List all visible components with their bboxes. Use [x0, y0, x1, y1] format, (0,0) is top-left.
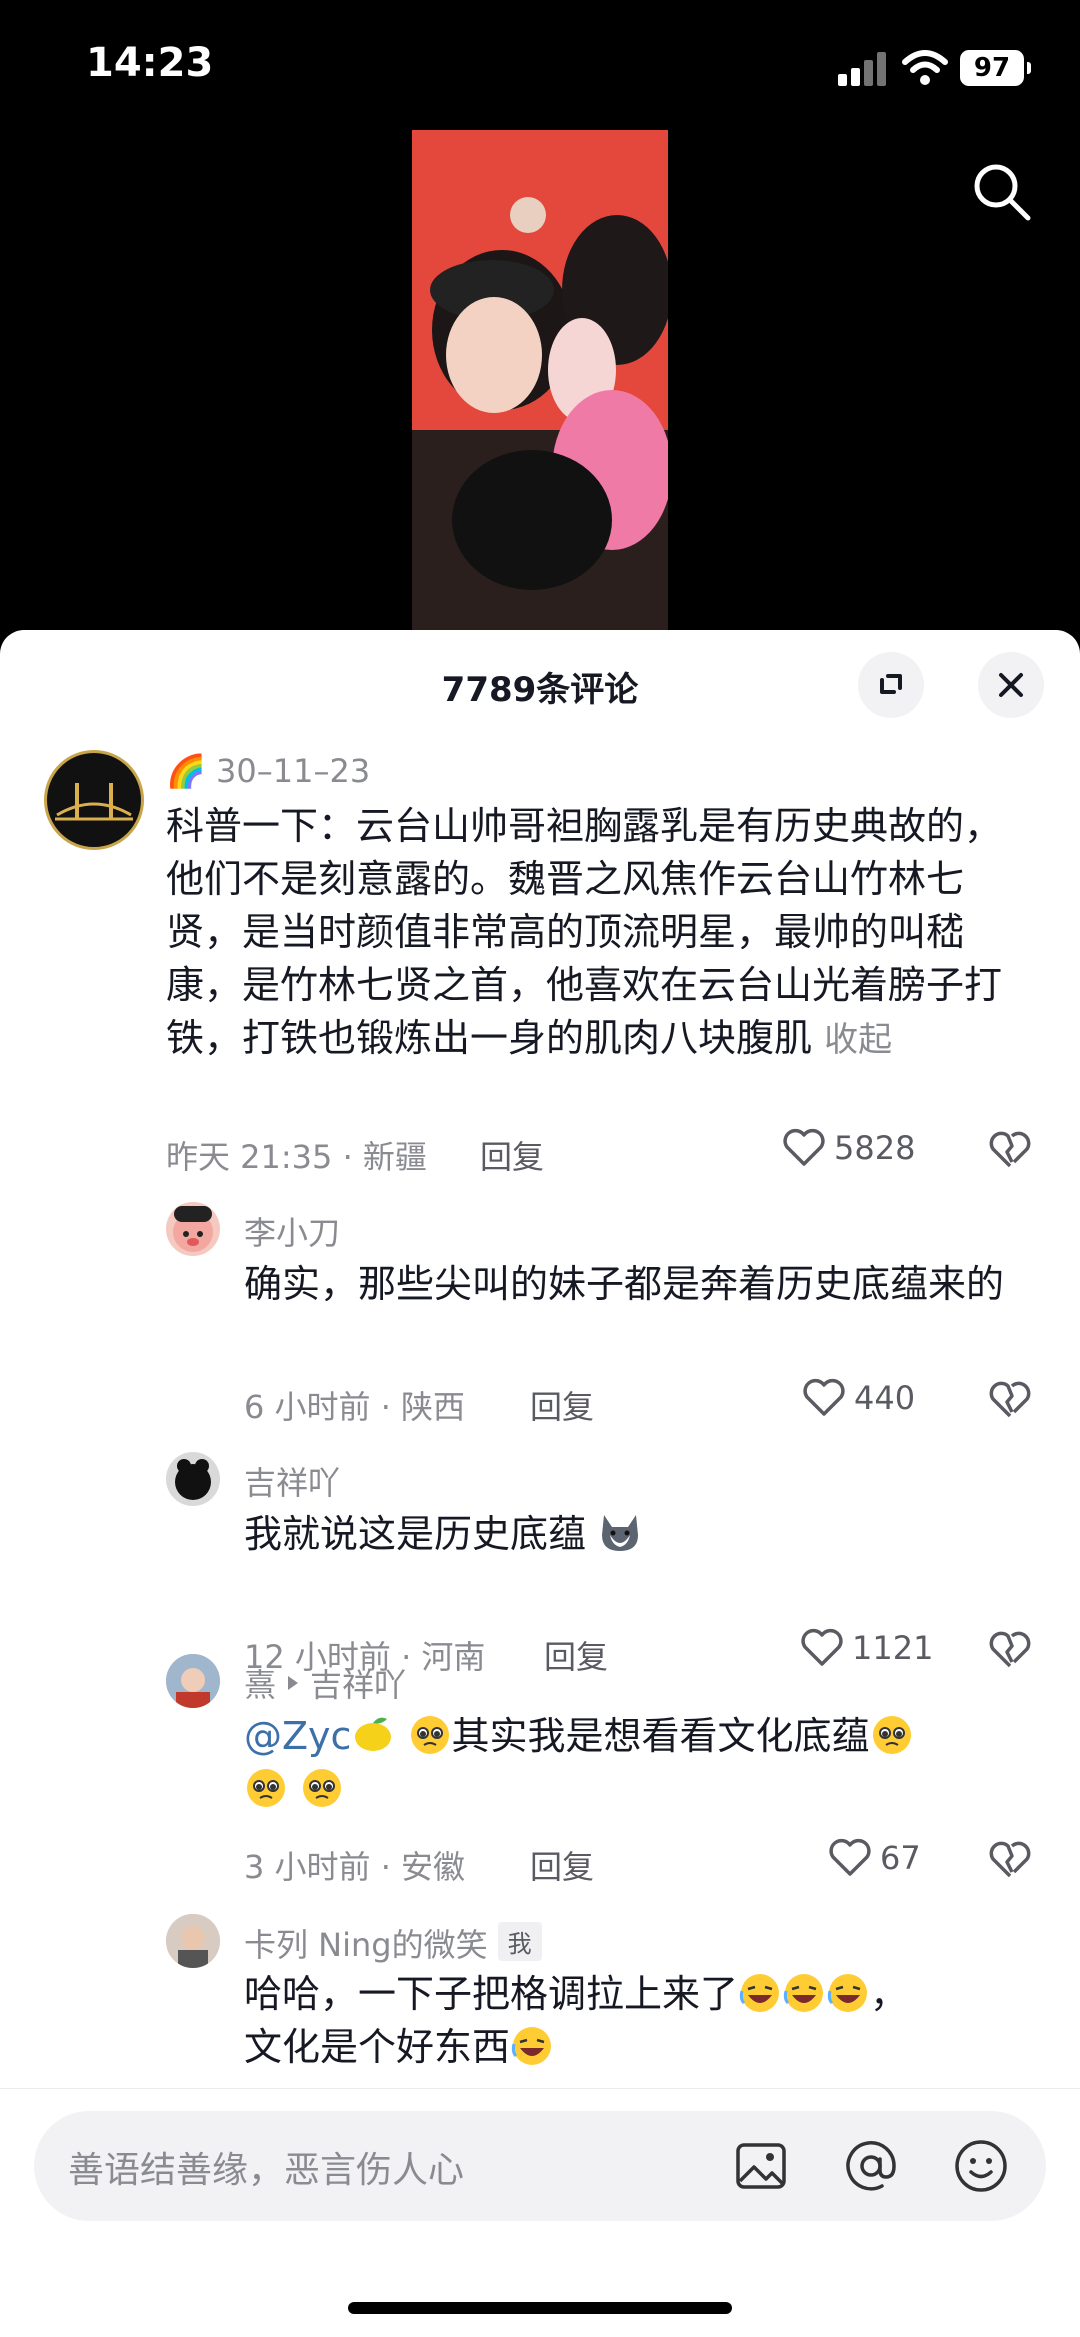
reply-arrow-icon [288, 1676, 299, 1690]
status-bar: 14:23 97 [0, 0, 1080, 130]
battery-indicator: 97 [960, 50, 1031, 86]
comment-text-line1-end: ， [870, 1972, 909, 2016]
expand-button[interactable] [858, 652, 924, 718]
reply-button[interactable]: 回复 [530, 1382, 594, 1428]
comment-time-location: 3 小时前 · 安徽 [244, 1848, 466, 1886]
laughing-emoji-icon [739, 1974, 780, 2012]
self-badge: 我 [497, 1922, 542, 1961]
comment-time-location: 昨天 21:35 · 新疆 [166, 1138, 427, 1176]
expand-icon [880, 674, 902, 694]
comment-username[interactable]: 李小刀 [244, 1208, 340, 1254]
reply-button[interactable]: 回复 [544, 1632, 608, 1678]
laughing-emoji-icon [783, 1974, 824, 2012]
comment-text: 确实，那些尖叫的妹子都是奔着历史底蕴来的 [244, 1262, 1005, 1306]
close-button[interactable] [978, 652, 1044, 718]
comment-time-location: 6 小时前 · 陕西 [244, 1388, 466, 1426]
comment-username[interactable]: 🌈 30–11–23 [166, 752, 370, 790]
cellular-signal-icon [838, 52, 886, 86]
dislike-icon[interactable] [988, 1628, 1032, 1672]
like-button[interactable]: 67 [828, 1838, 921, 1878]
dislike-icon[interactable] [988, 1838, 1032, 1882]
like-count: 440 [854, 1379, 916, 1417]
home-indicator [348, 2302, 732, 2314]
laughing-emoji-icon [511, 2027, 552, 2065]
dislike-icon[interactable] [988, 1128, 1032, 1172]
comment-username-row: 卡列 Ning的微笑我 [244, 1920, 542, 1966]
comment-input[interactable]: 善语结善缘，恶言伤人心 [34, 2111, 1046, 2221]
status-time: 14:23 [86, 40, 214, 86]
close-icon [999, 673, 1023, 697]
avatar[interactable] [166, 1914, 220, 1968]
heart-icon [803, 1378, 845, 1416]
comment-username-row: 熹 吉祥吖 [244, 1660, 406, 1706]
mention-link[interactable]: @Zyc [244, 1714, 351, 1758]
comment-input-bar: 善语结善缘，恶言伤人心 [0, 2088, 1080, 2337]
avatar-image [175, 1459, 211, 1500]
like-count: 1121 [852, 1629, 934, 1667]
comment-text: 我就说这是历史底蕴 [244, 1508, 1024, 1561]
heart-icon [783, 1128, 825, 1166]
like-count: 67 [880, 1839, 921, 1877]
reply-to-username[interactable]: 吉祥吖 [310, 1660, 406, 1706]
pleading-emoji-icon [410, 1716, 449, 1754]
comment-username[interactable]: 卡列 Ning的微笑 [244, 1926, 488, 1964]
lemon-emoji-icon [355, 1717, 392, 1751]
pleading-emoji-icon [247, 1769, 285, 1807]
pleading-emoji-icon [303, 1769, 342, 1807]
reply-button[interactable]: 回复 [530, 1842, 594, 1888]
avatar-image [166, 1654, 220, 1708]
comment-text-line2: 文化是个好东西 [244, 2025, 511, 2069]
like-count: 5828 [834, 1129, 916, 1167]
comment-text-line1: 哈哈，一下子把格调拉上来了 [244, 1972, 739, 2016]
comment-text: 科普一下：云台山帅哥袒胸露乳是有历史典故的，他们不是刻意露的。魏晋之风焦作云台山… [166, 800, 1016, 1067]
avatar-image [173, 1206, 213, 1252]
at-icon[interactable] [842, 2137, 900, 2195]
comments-sheet: 7789条评论 🌈 30–11–23 科普一下：云台山帅哥袒胸露乳是有历史典故的… [0, 630, 1080, 2337]
avatar[interactable] [44, 750, 144, 850]
video-thumbnail[interactable] [412, 130, 668, 630]
comment-text: @Zyc 其实我是想看看文化底蕴 [244, 1710, 1024, 1816]
heart-icon [801, 1628, 843, 1666]
bridge-logo-image [55, 783, 133, 821]
collapse-link[interactable]: 收起 [824, 1020, 892, 1060]
image-icon[interactable] [732, 2137, 790, 2195]
avatar[interactable] [166, 1452, 220, 1506]
reply-button[interactable]: 回复 [480, 1132, 544, 1178]
like-button[interactable]: 5828 [782, 1128, 915, 1168]
husky-emoji-icon [602, 1515, 639, 1551]
dislike-icon[interactable] [988, 1378, 1032, 1422]
laughing-emoji-icon [827, 1974, 868, 2012]
comment-input-placeholder: 善语结善缘，恶言伤人心 [68, 2150, 465, 2191]
emoji-icon[interactable] [952, 2137, 1010, 2195]
heart-icon [829, 1838, 871, 1876]
comment-username[interactable]: 熹 [244, 1660, 276, 1706]
video-frame-image [412, 130, 668, 630]
avatar[interactable] [166, 1202, 220, 1256]
like-button[interactable]: 1121 [800, 1628, 933, 1668]
comment-text: 哈哈，一下子把格调拉上来了 ， 文化是个好东西 [244, 1968, 1044, 2074]
comment-username[interactable]: 吉祥吖 [244, 1458, 340, 1504]
avatar[interactable] [166, 1654, 220, 1708]
pleading-emoji-icon [872, 1716, 911, 1754]
comment-text-content: 我就说这是历史底蕴 [244, 1512, 587, 1556]
comment-text-content: 其实我是想看看文化底蕴 [451, 1714, 870, 1758]
search-icon[interactable] [970, 160, 1034, 224]
avatar-image [166, 1914, 220, 1968]
wifi-icon [902, 50, 948, 85]
like-button[interactable]: 440 [802, 1378, 915, 1418]
